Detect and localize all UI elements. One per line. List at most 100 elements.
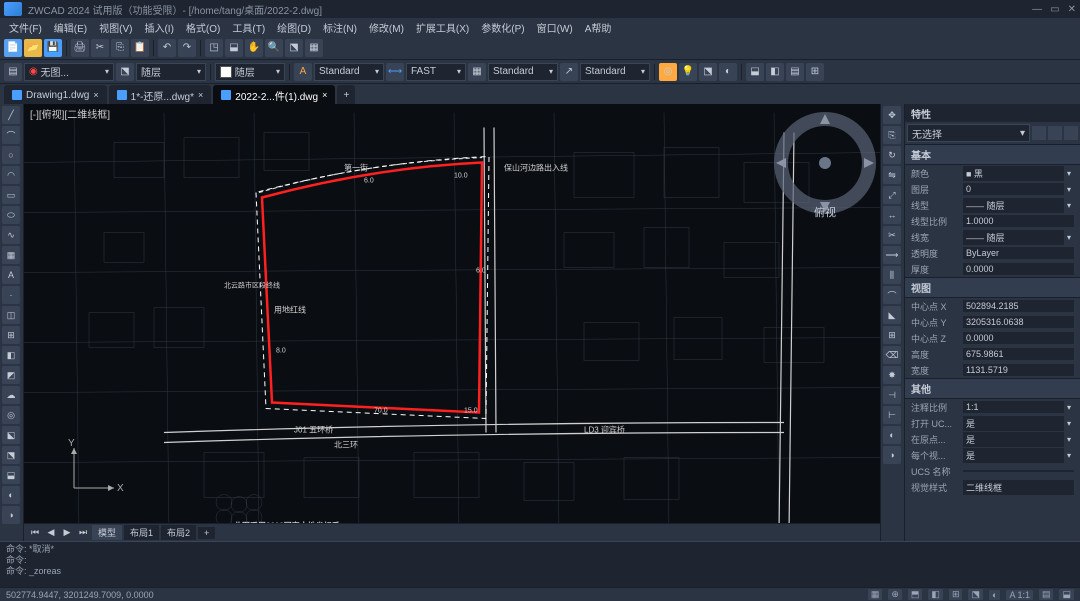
print-icon[interactable]: 🖨 [71, 39, 89, 57]
table-style-icon[interactable]: ▦ [468, 63, 486, 81]
view-icon[interactable]: ▤ [786, 63, 804, 81]
command-line[interactable]: 命令: *取消* 命令: 命令: _zoreas [0, 541, 1080, 587]
view-icon[interactable]: ⊞ [806, 63, 824, 81]
explode-icon[interactable]: ✸ [883, 366, 901, 384]
zoom-icon[interactable]: 🔍 [265, 39, 283, 57]
close-tab-icon[interactable]: × [322, 90, 327, 100]
chamfer-icon[interactable]: ◣ [883, 306, 901, 324]
layout-nav-last[interactable]: ⏭ [76, 527, 90, 538]
menu-draw[interactable]: 绘图(D) [272, 19, 316, 36]
prop-value[interactable]: 3205316.0638 [963, 316, 1074, 328]
region-icon[interactable]: ◧ [2, 346, 20, 364]
donut-icon[interactable]: ◎ [2, 406, 20, 424]
menu-insert[interactable]: 插入(I) [139, 19, 178, 36]
view-cube[interactable]: 俯视 [770, 108, 880, 218]
layer-combo[interactable]: ◉ 无图...▾ [24, 63, 114, 81]
copy-icon[interactable]: ⎘ [111, 39, 129, 57]
tool-icon[interactable]: ▦ [305, 39, 323, 57]
prop-value[interactable]: ByLayer [963, 247, 1074, 259]
new-icon[interactable]: 📄 [4, 39, 22, 57]
menu-modify[interactable]: 修改(M) [364, 19, 409, 36]
layout-tab-add[interactable]: + [198, 527, 215, 539]
block-icon[interactable]: ◫ [2, 306, 20, 324]
doc-tab[interactable]: 1*-还原...dwg*× [109, 85, 212, 105]
dropdown-icon[interactable]: ▾ [1064, 435, 1074, 444]
layer-name-combo[interactable]: 随层▾ [136, 63, 206, 81]
view-icon[interactable]: ◧ [766, 63, 784, 81]
menu-extensions[interactable]: 扩展工具(X) [411, 19, 474, 36]
save-icon[interactable]: 💾 [44, 39, 62, 57]
status-toggle[interactable]: ⬒ [908, 589, 923, 600]
dim-style-icon[interactable]: ⟷ [386, 63, 404, 81]
pan-icon[interactable]: ✋ [245, 39, 263, 57]
viewport-label[interactable]: [-][俯视][二维线框] [30, 106, 110, 121]
prop-value[interactable]: 0.0000 [963, 263, 1074, 275]
tool-icon[interactable]: ⬓ [225, 39, 243, 57]
point-icon[interactable]: · [2, 286, 20, 304]
line-icon[interactable]: ╱ [2, 106, 20, 124]
prop-value[interactable]: 是 [963, 432, 1064, 447]
dropdown-icon[interactable]: ▾ [1064, 201, 1074, 210]
extend-icon[interactable]: ⟶ [883, 246, 901, 264]
mleader-style-icon[interactable]: ↗ [560, 63, 578, 81]
layout-nav-next[interactable]: ▶ [60, 527, 74, 538]
break-icon[interactable]: ⊣ [883, 386, 901, 404]
status-toggle[interactable]: ▦ [868, 589, 883, 600]
prop-value[interactable]: 0 [963, 183, 1064, 195]
close-button[interactable]: ✕ [1068, 4, 1076, 15]
new-tab-button[interactable]: + [337, 85, 355, 105]
mirror-icon[interactable]: ⇋ [883, 166, 901, 184]
close-tab-icon[interactable]: × [93, 90, 98, 100]
layout-tab-model[interactable]: 模型 [92, 525, 122, 540]
prop-value[interactable]: 675.9861 [963, 348, 1074, 360]
text-icon[interactable]: A [2, 266, 20, 284]
layer-icon[interactable]: ▤ [4, 63, 22, 81]
drawing-canvas[interactable]: [-][俯视][二维线框] [24, 104, 880, 541]
doc-tab-active[interactable]: 2022-2...件(1).dwg× [213, 85, 335, 105]
close-tab-icon[interactable]: × [198, 90, 203, 100]
layout-nav-prev[interactable]: ◀ [44, 527, 58, 538]
osnap-icon[interactable]: ⬔ [699, 63, 717, 81]
prop-value[interactable]: 1.0000 [963, 215, 1074, 227]
mleader-style-combo[interactable]: Standard▾ [580, 63, 650, 81]
osnap-icon[interactable]: 💡 [679, 63, 697, 81]
layer-tool-icon[interactable]: ⬔ [116, 63, 134, 81]
rotate-icon[interactable]: ↻ [883, 146, 901, 164]
polyline-icon[interactable]: ⌒ [2, 126, 20, 144]
text-style-icon[interactable]: A [294, 63, 312, 81]
text-style-combo[interactable]: Standard▾ [314, 63, 384, 81]
prop-value[interactable]: 是 [963, 416, 1064, 431]
status-toggle[interactable]: ⬔ [968, 589, 983, 600]
selection-combo[interactable]: 无选择▾ [907, 124, 1030, 142]
menu-edit[interactable]: 编辑(E) [49, 19, 92, 36]
erase-icon[interactable]: ⌫ [883, 346, 901, 364]
prop-group-header[interactable]: 其他 [905, 378, 1080, 399]
tool-icon[interactable]: ◳ [205, 39, 223, 57]
fillet-icon[interactable]: ⌒ [883, 286, 901, 304]
array-icon[interactable]: ⊞ [883, 326, 901, 344]
anno-scale[interactable]: A 1:1 [1006, 590, 1033, 600]
prop-group-header[interactable]: 视图 [905, 277, 1080, 298]
minimize-button[interactable]: — [1032, 4, 1042, 15]
menu-parametric[interactable]: 参数化(P) [476, 19, 529, 36]
prop-group-header[interactable]: 基本 [905, 144, 1080, 165]
wipeout-icon[interactable]: ◩ [2, 366, 20, 384]
prop-value[interactable]: 是 [963, 448, 1064, 463]
dropdown-icon[interactable]: ▾ [1064, 403, 1074, 412]
menu-help[interactable]: A帮助 [580, 19, 617, 36]
osnap-icon[interactable]: ◐ [719, 63, 737, 81]
ellipse-icon[interactable]: ⬭ [2, 206, 20, 224]
menu-dimension[interactable]: 标注(N) [318, 19, 362, 36]
arc-icon[interactable]: ◠ [2, 166, 20, 184]
undo-icon[interactable]: ↶ [158, 39, 176, 57]
prop-value[interactable]: 0.0000 [963, 332, 1074, 344]
table-icon[interactable]: ⊞ [2, 326, 20, 344]
table-style-combo[interactable]: Standard▾ [488, 63, 558, 81]
menu-tools[interactable]: 工具(T) [227, 19, 270, 36]
paste-icon[interactable]: 📋 [131, 39, 149, 57]
status-toggle[interactable]: ⊕ [888, 589, 902, 600]
status-toggle[interactable]: ◐ [989, 590, 1000, 600]
tool-icon[interactable]: ⬔ [285, 39, 303, 57]
menu-view[interactable]: 视图(V) [94, 19, 137, 36]
tool-icon[interactable]: ◑ [883, 446, 901, 464]
